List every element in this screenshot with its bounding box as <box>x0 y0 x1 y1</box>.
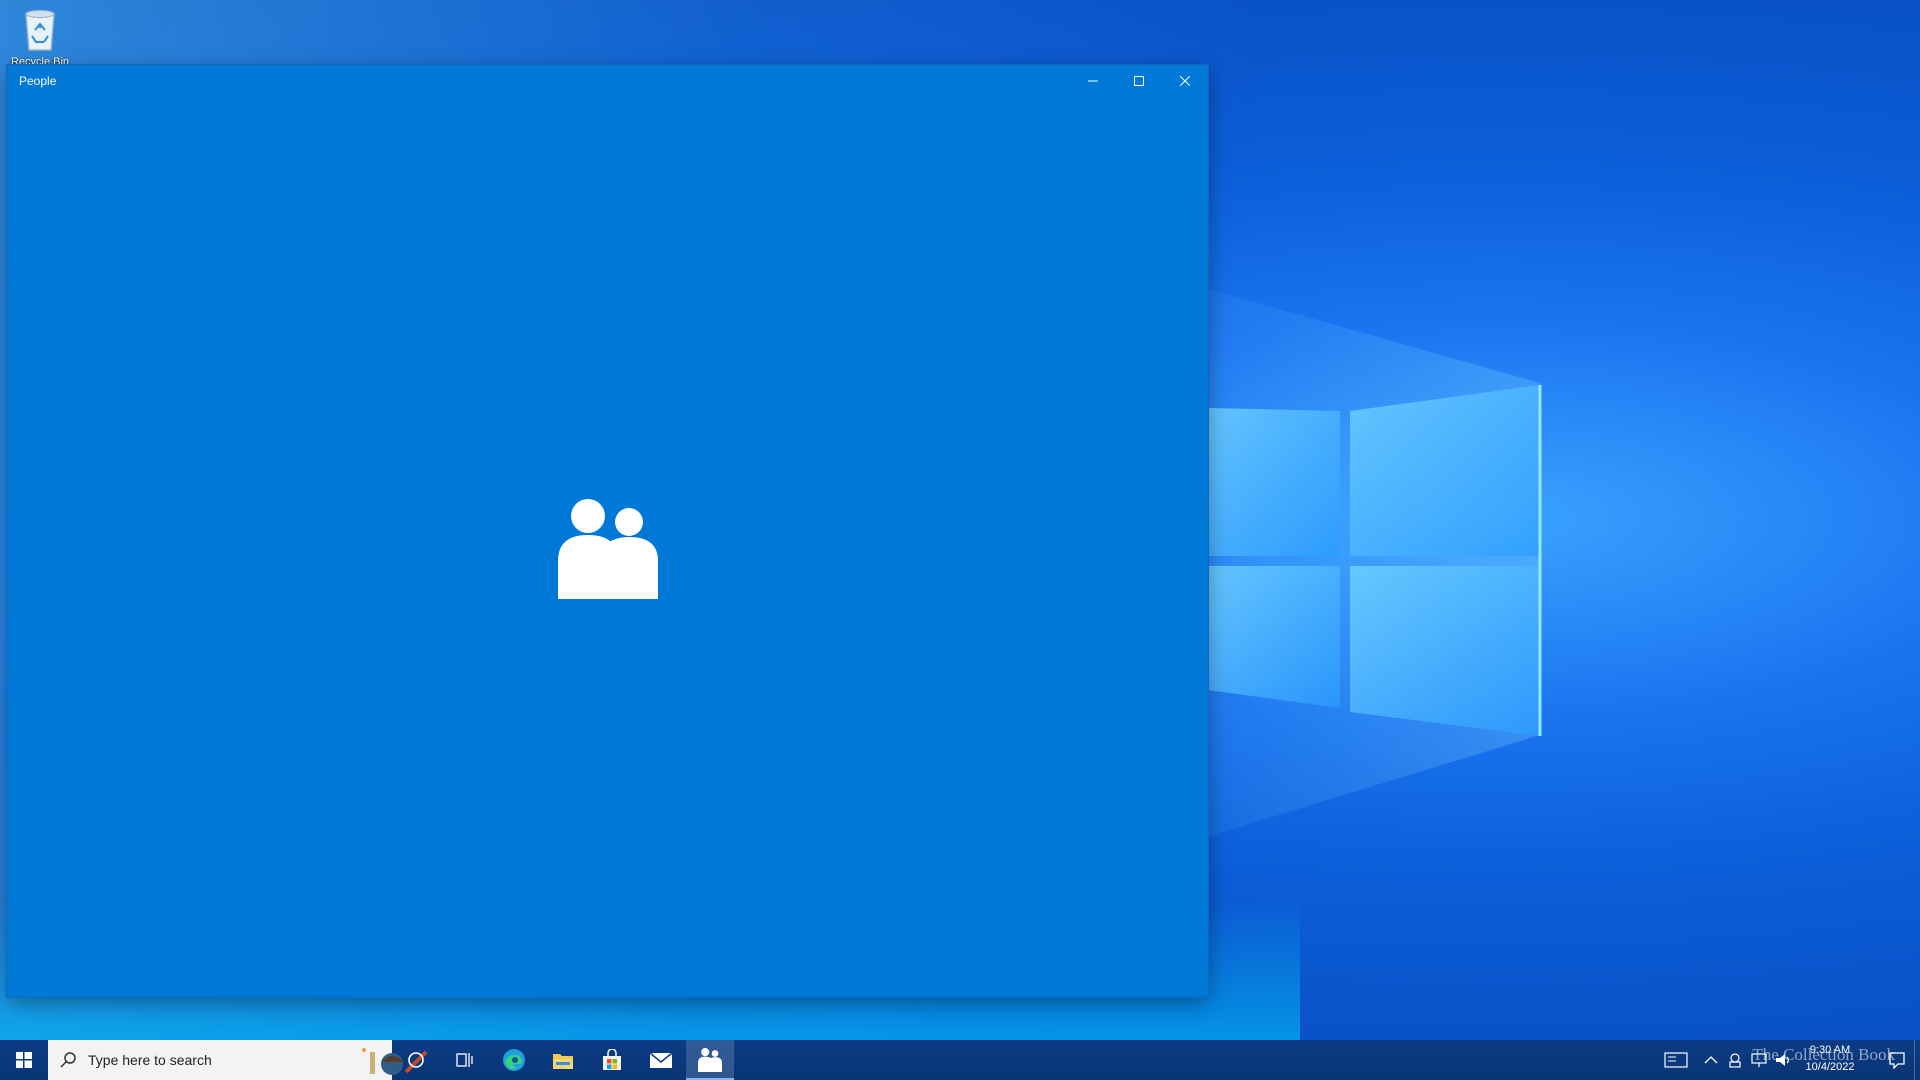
recycle-bin-icon <box>25 9 55 51</box>
news-widget-icon[interactable] <box>1664 1052 1688 1068</box>
clock-date[interactable]: 10/4/2022 <box>1795 1061 1865 1073</box>
minimize-button[interactable] <box>1070 65 1116 97</box>
window-title: People <box>19 74 57 88</box>
cortana-button[interactable] <box>392 1040 440 1080</box>
minimize-icon <box>1088 80 1098 82</box>
cortana-icon <box>408 1052 424 1068</box>
search-box[interactable]: Type here to search <box>48 1040 428 1080</box>
task-view-button[interactable] <box>440 1040 488 1080</box>
recycle-bin-shortcut[interactable]: Recycle Bin <box>8 6 72 66</box>
show-desktop-button[interactable] <box>1914 1040 1920 1080</box>
clock-time[interactable]: 9:30 AM <box>1795 1044 1865 1056</box>
chevron-up-icon[interactable] <box>1702 1052 1720 1068</box>
mail-button[interactable] <box>637 1040 685 1080</box>
file-explorer-button[interactable] <box>539 1040 587 1080</box>
start-button[interactable] <box>0 1040 48 1080</box>
store-button[interactable] <box>588 1040 636 1080</box>
taskbar: Type here to search The Collection Book … <box>0 1040 1920 1080</box>
meet-now-icon[interactable] <box>1726 1052 1744 1068</box>
maximize-button[interactable] <box>1116 65 1162 97</box>
people-app-window[interactable]: People <box>7 65 1208 997</box>
title-bar[interactable]: People <box>7 65 1208 97</box>
people-taskbar-button[interactable] <box>686 1040 734 1080</box>
close-icon <box>1180 76 1190 86</box>
people-icon <box>558 499 658 599</box>
notification-icon[interactable] <box>1888 1051 1906 1069</box>
search-icon <box>60 1052 76 1068</box>
mail-icon <box>649 1052 673 1068</box>
search-placeholder: Type here to search <box>88 1052 212 1068</box>
people-icon <box>698 1048 722 1072</box>
maximize-icon <box>1134 76 1144 86</box>
edge-icon <box>503 1049 525 1071</box>
edge-button[interactable] <box>490 1040 538 1080</box>
system-tray: The Collection Book 9:30 AM 10/4/2022 <box>1650 1040 1920 1080</box>
close-button[interactable] <box>1162 65 1208 97</box>
task-view-icon <box>456 1053 473 1067</box>
store-icon <box>603 1049 621 1070</box>
file-explorer-icon <box>553 1054 573 1069</box>
windows-start-icon <box>16 1052 32 1068</box>
